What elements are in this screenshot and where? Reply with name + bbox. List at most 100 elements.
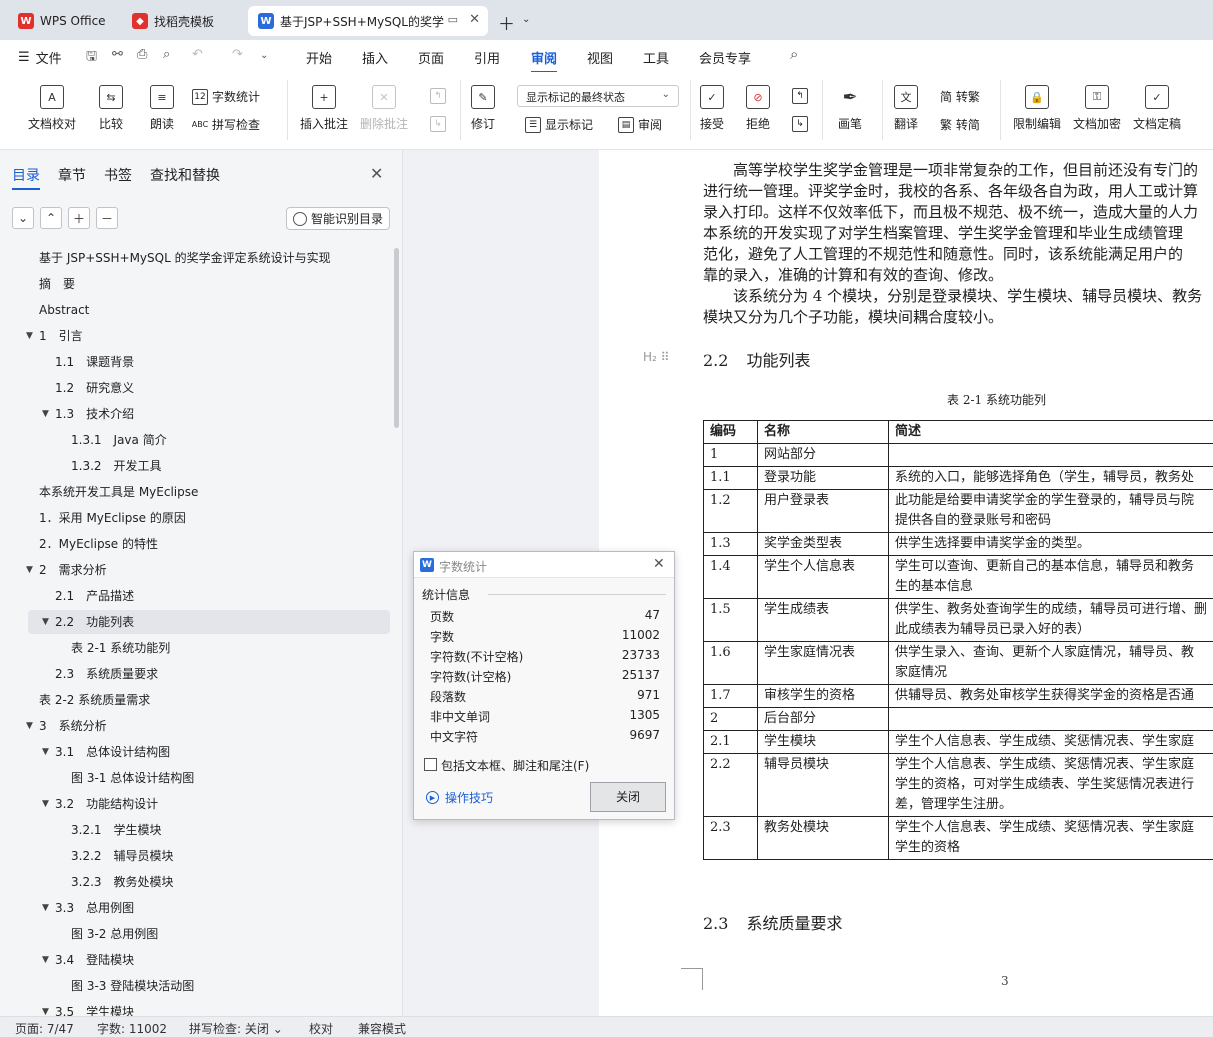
restrict-edit-button[interactable]: 🔒 限制编辑	[1013, 85, 1061, 132]
reject-button[interactable]: ⊘ 拒绝	[746, 85, 770, 132]
insert-comment-button[interactable]: + 插入批注	[300, 85, 348, 132]
toc-item[interactable]: 摘 要	[0, 272, 390, 296]
menu-review[interactable]: 审阅	[531, 48, 558, 73]
doc-finalize-button[interactable]: ✓ 文档定稿	[1133, 85, 1181, 132]
expand-arrow-icon[interactable]: ▼	[42, 1000, 49, 1016]
chevron-down-icon[interactable]: ⌄	[522, 14, 530, 25]
menu-page[interactable]: 页面	[418, 48, 444, 67]
print-icon[interactable]: ⎙	[137, 47, 147, 62]
spell-check-button[interactable]: ABC 拼写检查	[192, 116, 260, 133]
remove-heading-icon[interactable]: －	[96, 207, 118, 229]
toc-item[interactable]: ▼ 3.3 总用例图	[0, 896, 390, 920]
expand-arrow-icon[interactable]: ▼	[42, 740, 49, 764]
toc-item[interactable]: 1.2 研究意义	[0, 376, 390, 400]
expand-arrow-icon[interactable]: ▼	[42, 896, 49, 920]
review-pane-button[interactable]: ▤ 审阅	[618, 116, 662, 133]
tab-bookmarks[interactable]: 书签	[104, 165, 132, 185]
file-menu[interactable]: ☰ 文件	[18, 48, 62, 67]
tips-link[interactable]: ▶ 操作技巧	[426, 789, 493, 806]
redo-icon[interactable]: ↷	[232, 47, 243, 62]
dialog-titlebar[interactable]: W 字数统计 ✕	[414, 552, 674, 578]
translate-button[interactable]: 文 翻译	[894, 85, 918, 132]
markup-state-select[interactable]: 显示标记的最终状态 ⌄	[517, 85, 679, 107]
new-tab-icon[interactable]: ＋	[498, 10, 515, 35]
expand-arrow-icon[interactable]: ▼	[42, 610, 49, 634]
toc-item[interactable]: 图 3-1 总体设计结构图	[0, 766, 390, 790]
expand-arrow-icon[interactable]: ▼	[42, 948, 49, 972]
search-icon[interactable]: ⌕	[790, 45, 798, 63]
smart-toc-button[interactable]: 智能识别目录	[286, 207, 390, 230]
print-preview-icon[interactable]: ⌕	[163, 47, 170, 62]
tab-find-replace[interactable]: 查找和替换	[150, 165, 220, 185]
toc-item[interactable]: 基于 JSP+SSH+MySQL 的奖学金评定系统设计与实现	[0, 246, 390, 270]
menu-insert[interactable]: 插入	[362, 48, 388, 67]
link-icon[interactable]: ⚯	[112, 47, 123, 62]
toc-item[interactable]: 2.3 系统质量要求	[0, 662, 390, 686]
tab-wps-office[interactable]: W WPS Office	[8, 6, 116, 36]
add-heading-icon[interactable]: ＋	[68, 207, 90, 229]
close-icon[interactable]: ✕	[370, 164, 383, 183]
to-simplified-button[interactable]: 繁 转简	[940, 116, 980, 133]
toc-item[interactable]: 3.2.3 教务处模块	[0, 870, 390, 894]
read-aloud-button[interactable]: ≡ 朗读	[150, 85, 174, 132]
toc-item[interactable]: 3.2.2 辅导员模块	[0, 844, 390, 868]
toc-item[interactable]: ▼ 1 引言	[0, 324, 390, 348]
tab-template[interactable]: ◆ 找稻壳模板	[122, 6, 242, 36]
menu-tools[interactable]: 工具	[643, 48, 669, 67]
undo-icon[interactable]: ↶	[192, 47, 203, 62]
expand-arrow-icon[interactable]: ▼	[42, 792, 49, 816]
expand-arrow-icon[interactable]: ▼	[26, 714, 33, 738]
page-indicator[interactable]: 页面: 7/47	[15, 1020, 74, 1037]
revise-button[interactable]: ✎ 修订	[471, 85, 495, 132]
include-textbox-label[interactable]: 包括文本框、脚注和尾注(F)	[441, 757, 589, 774]
accept-button[interactable]: ✓ 接受	[700, 85, 724, 132]
proofread-indicator[interactable]: 校对	[309, 1020, 333, 1037]
delete-comment-button[interactable]: ✕ 删除批注	[360, 85, 408, 132]
window-icon[interactable]: ▭	[448, 13, 458, 26]
toc-item[interactable]: 1.3.1 Java 简介	[0, 428, 390, 452]
toc-item[interactable]: 3.2.1 学生模块	[0, 818, 390, 842]
toc-item[interactable]: ▼ 2.2 功能列表	[28, 610, 390, 634]
toc-item[interactable]: ▼ 1.3 技术介绍	[0, 402, 390, 426]
expand-arrow-icon[interactable]: ▼	[26, 324, 33, 348]
next-comment-button[interactable]: ↳	[430, 116, 450, 132]
toc-item[interactable]: ▼ 3.1 总体设计结构图	[0, 740, 390, 764]
spell-check-indicator[interactable]: 拼写检查: 关闭 ⌄	[189, 1020, 283, 1037]
toc-item[interactable]: ▼ 3.4 登陆模块	[0, 948, 390, 972]
tab-sections[interactable]: 章节	[58, 165, 86, 185]
toc-item[interactable]: 2．MyEclipse 的特性	[0, 532, 390, 556]
toc-item[interactable]: 图 3-3 登陆模块活动图	[0, 974, 390, 998]
word-count-button[interactable]: 12 字数统计	[192, 88, 260, 105]
document-page[interactable]: 高等学校学生奖学金管理是一项非常复杂的工作，但目前还没有专门的 进行统一管理。评…	[599, 150, 1213, 1016]
to-traditional-button[interactable]: 简 转繁	[940, 88, 980, 105]
toc-item[interactable]: 1．采用 MyEclipse 的原因	[0, 506, 390, 530]
close-icon[interactable]: ✕	[653, 556, 665, 572]
toc-item[interactable]: 1.3.2 开发工具	[0, 454, 390, 478]
save-icon[interactable]: 🖫	[86, 47, 97, 69]
toc-item[interactable]: 本系统开发工具是 MyEclipse	[0, 480, 390, 504]
toc-item[interactable]: ▼ 2 需求分析	[0, 558, 390, 582]
toc-item[interactable]: 2.1 产品描述	[0, 584, 390, 608]
toc-scrollbar[interactable]	[394, 248, 399, 428]
doc-encrypt-button[interactable]: ⚿ 文档加密	[1073, 85, 1121, 132]
compare-button[interactable]: ⇆ 比较	[99, 85, 123, 132]
word-count-indicator[interactable]: 字数: 11002	[97, 1020, 167, 1037]
toc-item[interactable]: 表 2-2 系统质量需求	[0, 688, 390, 712]
close-button[interactable]: 关闭	[590, 782, 666, 812]
prev-change-button[interactable]: ↰	[792, 88, 812, 104]
menu-reference[interactable]: 引用	[474, 48, 500, 67]
toc-item[interactable]: ▼ 3.2 功能结构设计	[0, 792, 390, 816]
toc-item[interactable]: Abstract	[0, 298, 390, 322]
quick-access-more-icon[interactable]: ⌄	[260, 50, 268, 61]
next-change-button[interactable]: ↳	[792, 116, 812, 132]
expand-arrow-icon[interactable]: ▼	[26, 558, 33, 582]
toc-item[interactable]: ▼ 3.5 学生模块	[0, 1000, 390, 1016]
menu-vip[interactable]: 会员专享	[699, 48, 751, 67]
include-textbox-checkbox[interactable]	[424, 758, 437, 771]
toc-item[interactable]: 图 3-2 总用例图	[0, 922, 390, 946]
toc-item[interactable]: 1.1 课题背景	[0, 350, 390, 374]
show-markup-button[interactable]: ☰ 显示标记	[525, 116, 593, 133]
expand-arrow-icon[interactable]: ▼	[42, 402, 49, 426]
collapse-up-icon[interactable]: ⌃	[40, 207, 62, 229]
close-tab-icon[interactable]: ✕	[469, 12, 480, 27]
